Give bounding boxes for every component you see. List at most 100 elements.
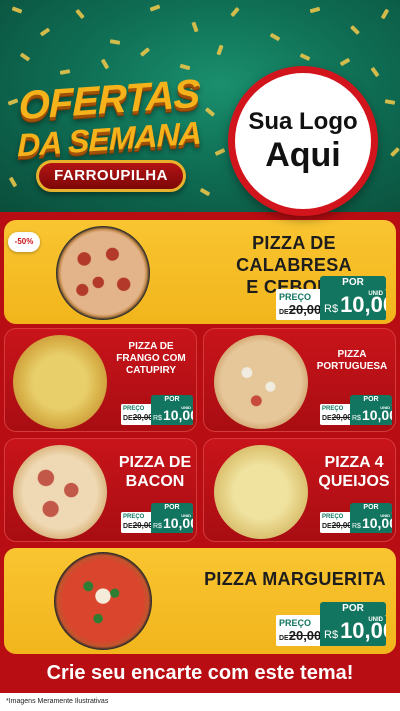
old-price-value: 20,00 [132,413,153,422]
de-label: DE [279,635,289,642]
confetti-piece [19,52,31,62]
old-price: PREÇO DE20,00 [320,512,352,533]
confetti-piece [199,187,211,197]
confetti-piece [204,107,216,117]
confetti-piece [216,44,224,56]
preco-label: PREÇO [322,406,344,412]
cta-banner[interactable]: Crie seu encarte com este tema! [18,659,382,687]
price-tag: POR PREÇO DE20,00 R$ 10,00 UNID [121,395,193,425]
confetti-piece [191,21,199,33]
currency-symbol: R$ [153,523,162,530]
product-title: PIZZA PORTUGUESA [316,349,388,372]
por-label: POR [151,395,193,404]
por-label: POR [320,276,386,289]
product-title: PIZZA 4 QUEIJOS [318,454,390,490]
unit-label: UNID [181,405,191,410]
confetti-piece [75,8,85,20]
confetti-piece [109,39,121,45]
pizza-bacon-image [13,445,107,539]
unit-label: UNID [380,513,390,518]
old-price: PREÇO DE20,00 [121,512,153,533]
de-label: DE [322,523,332,530]
confetti-piece [59,69,71,75]
currency-symbol: R$ [153,415,162,422]
new-price: R$ 10,00 UNID [151,512,193,533]
product-title: PIZZA DE FRANGO COM CATUPIRY [116,341,186,376]
product-card-portuguesa[interactable]: PIZZA PORTUGUESA POR PREÇO DE20,00 R$ 10… [203,328,396,432]
confetti-piece [214,148,226,156]
product-card-calabresa[interactable]: PIZZA DE CALABRESA E CEBOLA POR PREÇO DE… [4,220,396,324]
de-label: DE [279,309,289,316]
de-label: DE [123,415,133,422]
new-price: R$ 10,00 UNID [350,404,392,425]
unit-label: UNID [380,405,390,410]
logo-text-line-1: Sua Logo [248,108,358,135]
product-card-queijos[interactable]: PIZZA 4 QUEIJOS POR PREÇO DE20,00 R$ 10,… [203,438,396,542]
confetti-piece [370,66,380,78]
logo-text-line-2: Aqui [265,136,341,174]
confetti-piece [230,6,240,18]
unit-label: UNID [181,513,191,518]
discount-badge: -50% [8,232,40,252]
product-title: PIZZA MARGUERITA [204,569,386,589]
new-price: R$ 10,00 UNID [320,615,386,646]
confetti-piece [390,147,400,157]
old-price: PREÇO DE20,00 [276,615,322,646]
unit-label: UNID [368,617,383,623]
product-title: PIZZA DE BACON [118,454,192,490]
por-label: POR [320,602,386,615]
price-tag: POR PREÇO DE20,00 R$ 10,00 UNID [121,503,193,533]
confetti-piece [11,6,23,14]
price-tag: POR PREÇO DE20,00 R$ 10,00 UNID [320,503,392,533]
por-label: POR [151,503,193,512]
price-tag: POR PREÇO DE20,00 R$ 10,00 UNID [276,602,386,646]
price-tag: POR PREÇO DE20,00 R$ 10,00 UNID [320,395,392,425]
product-card-frango[interactable]: PIZZA DE FRANGO COM CATUPIRY POR PREÇO D… [4,328,197,432]
confetti-piece [384,99,396,105]
product-card-bacon[interactable]: PIZZA DE BACON POR PREÇO DE20,00 R$ 10,0… [4,438,197,542]
confetti-piece [149,4,161,12]
offers-title: OFERTAS DA SEMANA [14,72,204,164]
old-price: PREÇO DE20,00 [121,404,153,425]
logo-placeholder[interactable]: Sua Logo Aqui [228,66,378,216]
por-label: POR [350,503,392,512]
pizza-marguerita-image [54,552,152,650]
old-price: PREÇO DE20,00 [320,404,352,425]
city-badge: FARROUPILHA [36,160,186,192]
old-price-value: 20,00 [331,413,352,422]
preco-label: PREÇO [123,514,145,520]
new-price: R$ 10,00 UNID [350,512,392,533]
unit-label: UNID [368,291,383,297]
currency-symbol: R$ [324,303,339,315]
pizza-portuguesa-image [214,335,308,429]
por-label: POR [350,395,392,404]
pizza-calabresa-image [56,226,150,320]
confetti-piece [309,6,321,14]
currency-symbol: R$ [352,415,361,422]
old-price-value: 20,00 [331,521,352,530]
confetti-piece [269,32,281,42]
disclaimer-footer: *Imagens Meramente Ilustrativas [0,693,400,711]
old-price-value: 20,00 [132,521,153,530]
confetti-piece [139,47,151,57]
old-price-value: 20,00 [288,628,322,643]
preco-label: PREÇO [123,406,145,412]
confetti-piece [39,27,51,37]
confetti-piece [339,57,351,67]
currency-symbol: R$ [324,629,339,641]
product-title-line-1: PIZZA DE CALABRESA [236,233,352,275]
confetti-piece [299,53,311,61]
confetti-piece [100,58,110,70]
de-label: DE [322,415,332,422]
de-label: DE [123,523,133,530]
price-tag: POR PREÇO DE20,00 R$ 10,00 UNID [276,276,386,320]
new-price: R$ 10,00 UNID [151,404,193,425]
confetti-piece [380,8,390,20]
confetti-piece [350,25,360,35]
currency-symbol: R$ [352,523,361,530]
product-card-marguerita[interactable]: PIZZA MARGUERITA POR PREÇO DE20,00 R$ 10… [4,548,396,654]
confetti-piece [179,63,191,71]
new-price: R$ 10,00 UNID [320,289,386,320]
old-price-value: 20,00 [288,302,322,317]
pizza-frango-image [13,335,107,429]
